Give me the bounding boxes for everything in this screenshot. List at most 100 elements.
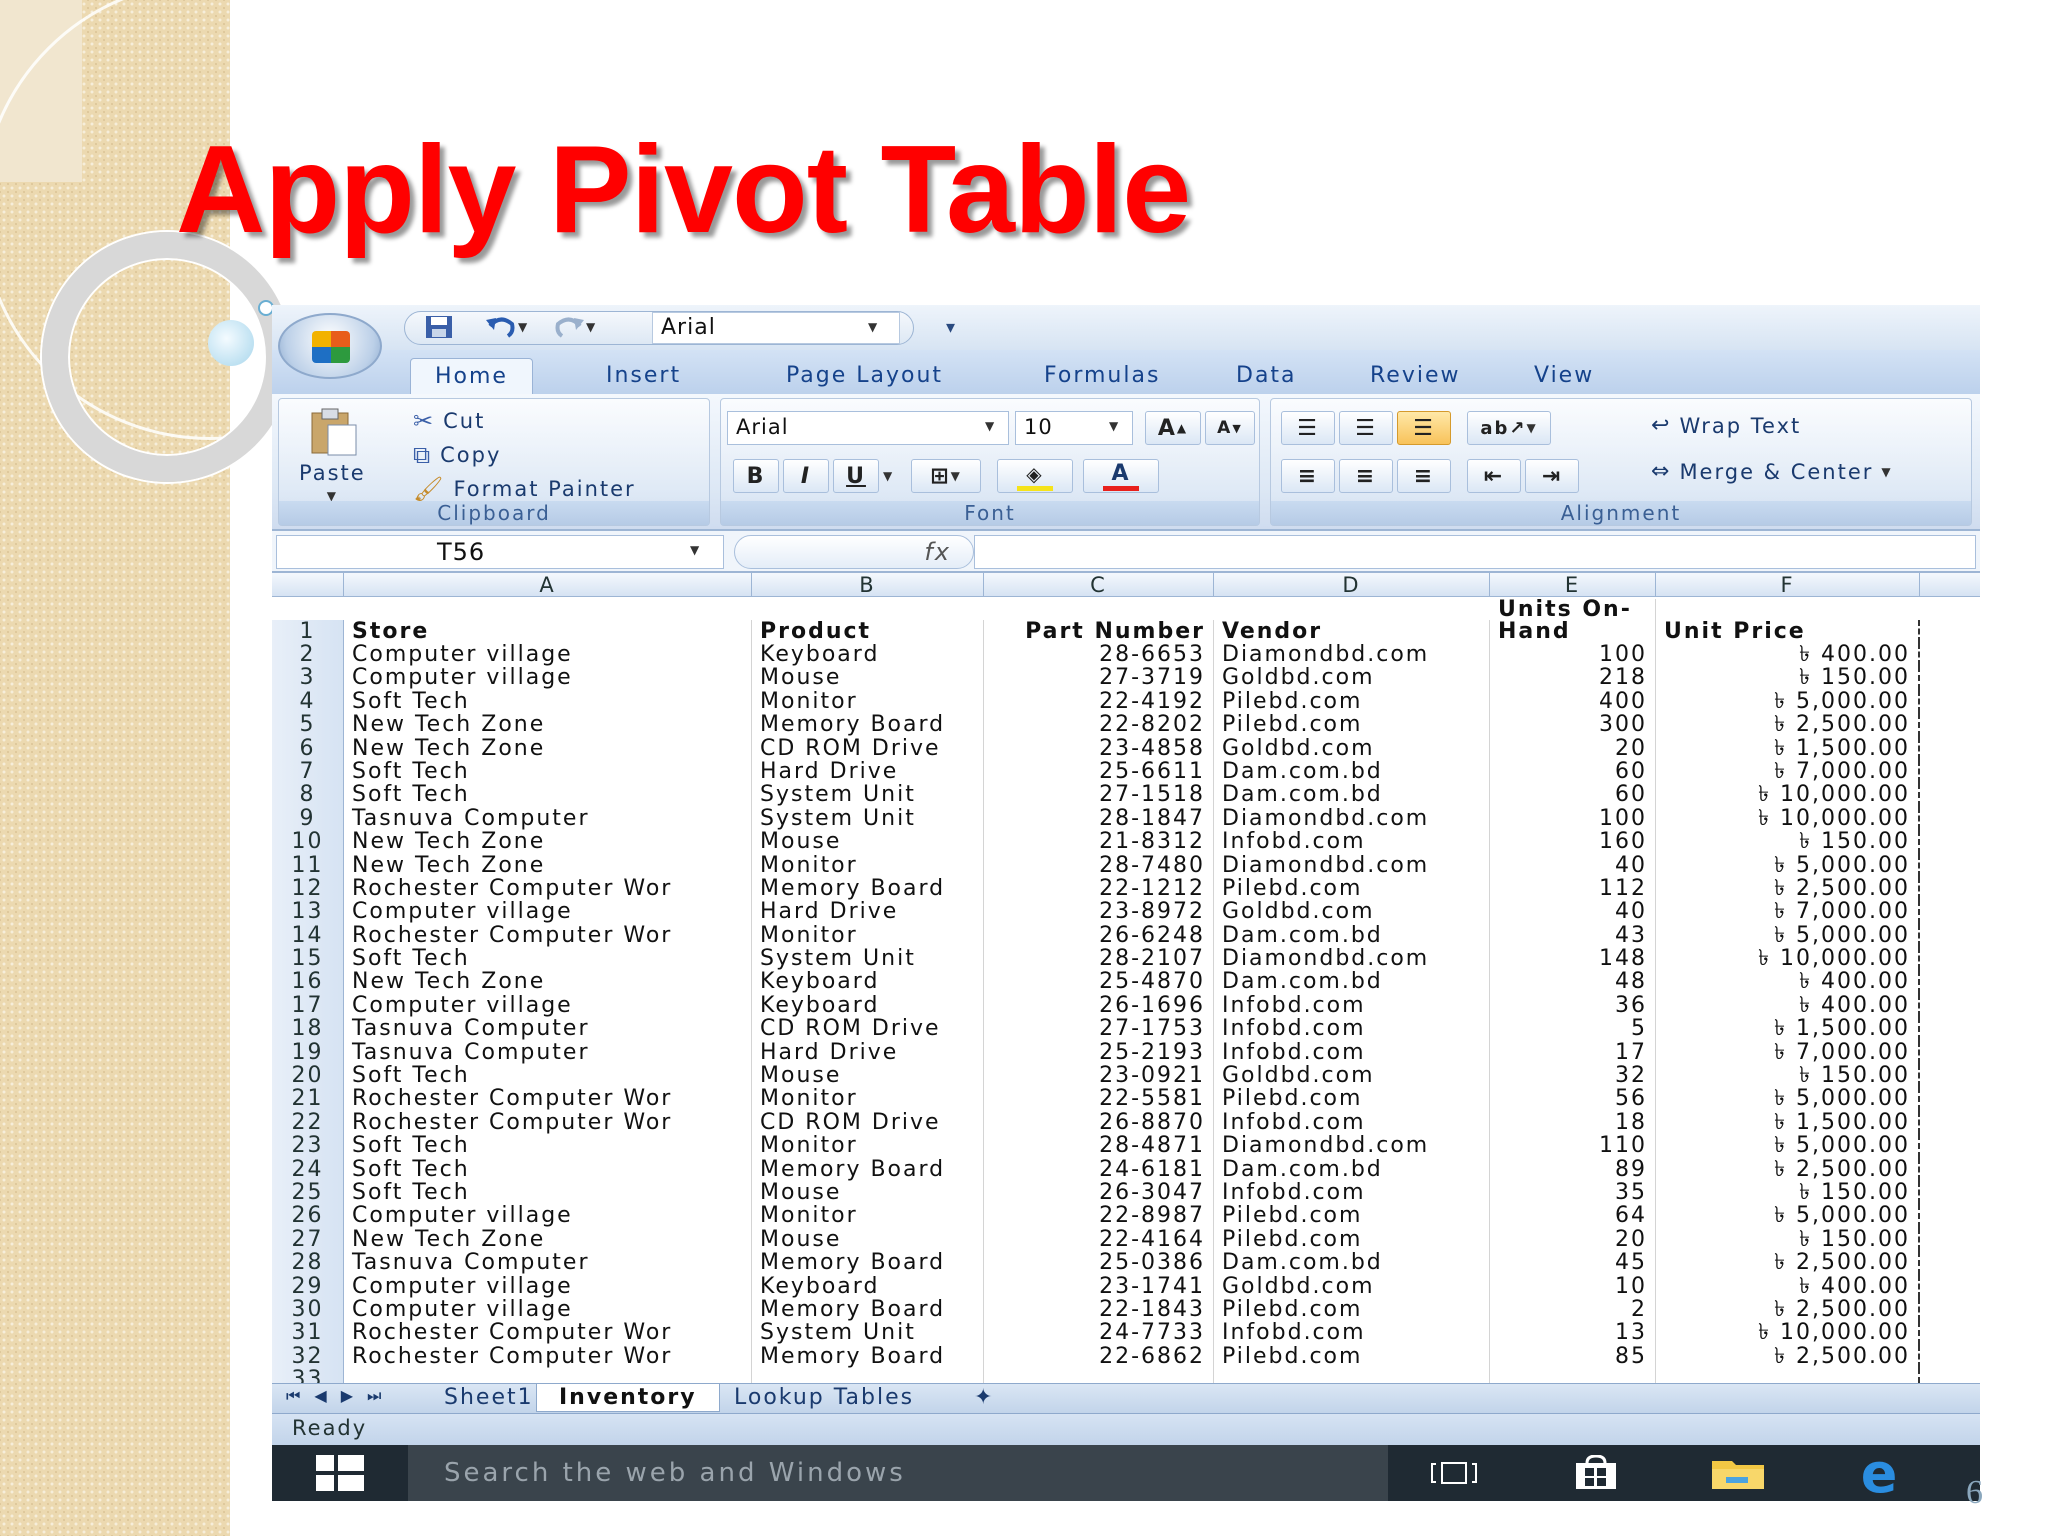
row-number[interactable]: 30 xyxy=(272,1298,344,1322)
cell-vendor[interactable]: Dam.com.bd xyxy=(1214,759,1490,784)
cut-button[interactable]: ✂ Cut xyxy=(413,407,485,435)
row-number[interactable]: 18 xyxy=(272,1017,344,1041)
cell-unit-price[interactable]: ৳ 5,000.00 xyxy=(1656,1134,1920,1158)
cell-vendor[interactable]: Dam.com.bd xyxy=(1214,970,1490,994)
row-number[interactable]: 9 xyxy=(272,807,344,831)
cell-store[interactable]: Soft Tech xyxy=(344,1157,752,1181)
cell-unit-price[interactable]: ৳ 7,000.00 xyxy=(1656,900,1920,924)
copy-button[interactable]: ⧉ Copy xyxy=(413,441,501,469)
tab-view[interactable]: View xyxy=(1510,358,1618,394)
cell-unit-price[interactable]: ৳ 5,000.00 xyxy=(1656,1087,1920,1111)
cell-store[interactable]: Soft Tech xyxy=(344,947,752,971)
decrease-indent-button[interactable]: ⇤ xyxy=(1467,459,1521,493)
cell-store[interactable]: Computer village xyxy=(344,1297,752,1322)
row-number[interactable]: 23 xyxy=(272,1134,344,1158)
cell-store[interactable]: New Tech Zone xyxy=(344,736,752,760)
cell-part-number[interactable]: 28-7480 xyxy=(984,853,1214,877)
cell-vendor[interactable]: Dam.com.bd xyxy=(1214,1251,1490,1275)
cell-part-number[interactable]: 22-6862 xyxy=(984,1344,1214,1369)
cell-part-number[interactable]: 23-8972 xyxy=(984,900,1214,924)
cell-part-number[interactable]: 26-1696 xyxy=(984,993,1214,1018)
cell-units[interactable]: 43 xyxy=(1490,923,1656,948)
cell-units[interactable]: 40 xyxy=(1490,853,1656,877)
column-header-d[interactable]: D xyxy=(1214,573,1490,597)
cell-units[interactable]: 35 xyxy=(1490,1180,1656,1205)
align-middle-button[interactable]: ☰ xyxy=(1339,411,1393,445)
cell-store[interactable]: New Tech Zone xyxy=(344,830,752,854)
cell-store[interactable]: Computer village xyxy=(344,1274,752,1298)
cell-product[interactable]: Monitor xyxy=(752,689,984,714)
cell-unit-price[interactable]: ৳ 2,500.00 xyxy=(1656,1344,1920,1369)
cell-vendor[interactable]: Diamondbd.com xyxy=(1214,1134,1490,1158)
font-name-box[interactable]: Arial xyxy=(727,411,1009,445)
cell-part-number[interactable]: 27-1518 xyxy=(984,783,1214,807)
shrink-font-button[interactable]: A ▼ xyxy=(1205,411,1255,445)
cell-vendor[interactable]: Diamondbd.com xyxy=(1214,853,1490,877)
row-number[interactable]: 24 xyxy=(272,1157,344,1181)
cell-product[interactable]: Keyboard xyxy=(752,993,984,1018)
cell-units[interactable]: 45 xyxy=(1490,1251,1656,1275)
cell-product[interactable]: Mouse xyxy=(752,1064,984,1088)
column-header-f[interactable]: F xyxy=(1656,573,1920,597)
cell-part-number[interactable]: 28-2107 xyxy=(984,947,1214,971)
cell-unit-price[interactable]: ৳ 10,000.00 xyxy=(1656,947,1920,971)
cell-part-number[interactable]: 22-4192 xyxy=(984,689,1214,714)
cell-product[interactable]: System Unit xyxy=(752,783,984,807)
tab-page-layout[interactable]: Page Layout xyxy=(762,358,967,394)
column-header-e[interactable]: E xyxy=(1490,573,1656,597)
header-vendor[interactable]: Vendor xyxy=(1214,620,1490,643)
insert-sheet-icon[interactable]: ✦ xyxy=(952,1384,1016,1412)
cell-product[interactable]: Mouse xyxy=(752,1180,984,1205)
cell-store[interactable]: Tasnuva Computer xyxy=(344,1251,752,1275)
cell-units[interactable]: 2 xyxy=(1490,1297,1656,1322)
increase-indent-button[interactable]: ⇥ xyxy=(1525,459,1579,493)
cell-unit-price[interactable]: ৳ 150.00 xyxy=(1656,1064,1920,1088)
cell-units[interactable]: 112 xyxy=(1490,876,1656,901)
select-all-corner[interactable] xyxy=(272,573,344,597)
cell-product[interactable]: Memory Board xyxy=(752,876,984,901)
font-color-button[interactable]: A xyxy=(1083,459,1159,493)
cell-unit-price[interactable]: ৳ 400.00 xyxy=(1656,643,1920,667)
cell-units[interactable]: 56 xyxy=(1490,1087,1656,1111)
cell-vendor[interactable]: Pilebd.com xyxy=(1214,1297,1490,1322)
cell-store[interactable]: Computer village xyxy=(344,993,752,1018)
cell-unit-price[interactable]: ৳ 1,500.00 xyxy=(1656,1017,1920,1041)
cell-part-number[interactable]: 25-6611 xyxy=(984,759,1214,784)
cell-vendor[interactable]: Goldbd.com xyxy=(1214,900,1490,924)
header-product[interactable]: Product xyxy=(752,620,984,643)
tab-review[interactable]: Review xyxy=(1346,358,1485,394)
cell-store[interactable]: Tasnuva Computer xyxy=(344,806,752,831)
row-number[interactable]: 3 xyxy=(272,666,344,690)
cell-units[interactable]: 100 xyxy=(1490,806,1656,831)
formula-input[interactable] xyxy=(974,535,1976,569)
cell-product[interactable]: CD ROM Drive xyxy=(752,1017,984,1041)
header-store[interactable]: Store xyxy=(344,620,752,643)
cell-unit-price[interactable]: ৳ 150.00 xyxy=(1656,1227,1920,1252)
cell-store[interactable]: Computer village xyxy=(344,666,752,690)
cell-unit-price[interactable]: ৳ 1,500.00 xyxy=(1656,736,1920,760)
cell-vendor[interactable]: Infobd.com xyxy=(1214,1017,1490,1041)
cell-vendor[interactable]: Pilebd.com xyxy=(1214,713,1490,737)
row-number[interactable]: 14 xyxy=(272,923,344,948)
insert-function-button[interactable]: fx xyxy=(734,535,974,569)
cell-product[interactable]: Monitor xyxy=(752,853,984,877)
cell-product[interactable]: CD ROM Drive xyxy=(752,1110,984,1135)
column-header-a[interactable]: A xyxy=(344,573,752,597)
cell-part-number[interactable]: 28-6653 xyxy=(984,643,1214,667)
save-icon[interactable] xyxy=(424,313,454,341)
row-number[interactable]: 28 xyxy=(272,1251,344,1275)
row-number[interactable]: 7 xyxy=(272,760,344,784)
row-number[interactable]: 2 xyxy=(272,643,344,667)
paste-button[interactable]: Paste ▼ xyxy=(299,407,366,503)
row-number[interactable]: 19 xyxy=(272,1040,344,1065)
cell-store[interactable]: Tasnuva Computer xyxy=(344,1017,752,1041)
cell-store[interactable]: New Tech Zone xyxy=(344,1227,752,1252)
cell-part-number[interactable]: 21-8312 xyxy=(984,830,1214,854)
cell-units[interactable]: 160 xyxy=(1490,830,1656,854)
cell-unit-price[interactable]: ৳ 2,500.00 xyxy=(1656,1297,1920,1322)
sheet-tab-lookup-tables[interactable]: Lookup Tables xyxy=(712,1384,936,1412)
cell-product[interactable]: Memory Board xyxy=(752,1251,984,1275)
cell-product[interactable]: Mouse xyxy=(752,666,984,690)
redo-icon[interactable]: ▼ xyxy=(552,313,597,341)
cell-product[interactable]: CD ROM Drive xyxy=(752,736,984,760)
